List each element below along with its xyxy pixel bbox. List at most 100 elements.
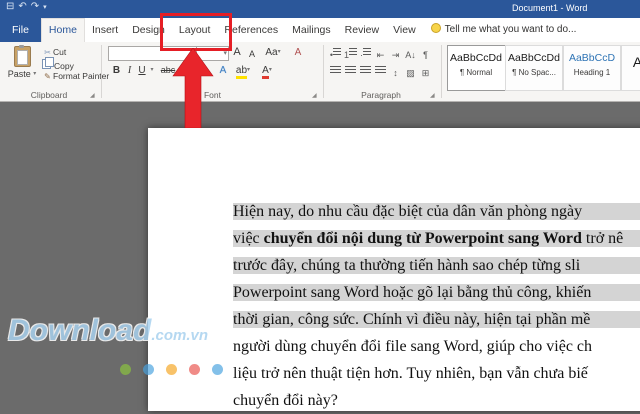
selected-text: Hiện nay, do nhu cầu đặc biệt của dân vă… — [233, 203, 640, 220]
tab-home[interactable]: Home — [40, 18, 85, 43]
increase-indent-icon[interactable]: ⇥ — [388, 48, 403, 63]
watermark-brand: Download — [8, 314, 152, 347]
group-divider — [101, 45, 102, 98]
selected-text: trở nê — [581, 230, 624, 247]
copy-button[interactable]: Copy — [42, 57, 74, 71]
body-text: liệu trở nên thuật tiện hơn. Tuy nhiên, … — [233, 365, 588, 382]
highlight-color-button[interactable]: ab▾ — [234, 63, 252, 79]
paste-button[interactable]: Paste ▾ — [5, 45, 39, 91]
tab-view[interactable]: View — [386, 18, 423, 42]
underline-dropdown-icon[interactable]: ▾ — [148, 63, 156, 78]
text-line[interactable]: trước đây, chúng ta thường tiến hành sao… — [233, 252, 640, 279]
selected-text: thời gian, công sức. Chính vì điều này, … — [233, 311, 640, 328]
style-name: ¶ Normal — [459, 68, 493, 77]
copy-label: Copy — [54, 61, 74, 71]
text-line[interactable]: Powerpoint sang Word hoặc gõ lại bằng th… — [233, 279, 640, 306]
paragraph-row-2: ↕ ▨ ⊞ — [328, 63, 433, 81]
style-preview: AaBbCcDd — [508, 52, 560, 64]
title-bar: ⊟↶↷▾ Document1 - Word — [0, 0, 640, 18]
paragraph-group-label: Paragraph — [361, 90, 401, 100]
annotation-arrow-up — [172, 48, 214, 128]
save-icon[interactable]: ⊟ — [6, 1, 18, 12]
grow-font-button[interactable]: A — [230, 45, 244, 60]
chevron-down-icon: ▾ — [247, 67, 251, 73]
align-left-icon[interactable] — [328, 66, 343, 81]
clear-formatting-button[interactable]: A — [290, 45, 306, 60]
chevron-down-icon: ▾ — [277, 49, 281, 55]
style-preview: AaBbCcD — [568, 52, 616, 64]
qat-dropdown-icon[interactable]: ▾ — [43, 4, 51, 11]
bold-button[interactable]: B — [110, 63, 123, 78]
group-divider — [323, 45, 324, 98]
tab-review[interactable]: Review — [338, 18, 386, 42]
ribbon-home: Paste ▾ ✂ Cut Copy ✎ Format Painter Clipbo… — [0, 42, 640, 102]
text-line[interactable]: Hiện nay, do nhu cầu đặc biệt của dân vă… — [233, 198, 640, 225]
watermark: Download.com.vn — [8, 314, 223, 375]
redo-icon[interactable]: ↷ — [31, 1, 43, 12]
decrease-indent-icon[interactable]: ⇤ — [373, 48, 388, 63]
window-title: Document1 - Word — [512, 3, 588, 13]
style-title[interactable]: AaBb — [621, 45, 640, 91]
highlight-label: ab — [235, 65, 248, 79]
font-color-button[interactable]: A▾ — [258, 63, 276, 79]
annotation-highlight-box — [160, 13, 232, 51]
document-text[interactable]: Hiện nay, do nhu cầu đặc biệt của dân vă… — [233, 198, 640, 414]
style-name: Heading 1 — [573, 68, 611, 77]
selected-bold-text: chuyển đổi nội dung từ Powerpoint sang W… — [263, 230, 582, 247]
sort-icon[interactable]: A↓ — [403, 48, 418, 63]
clipboard-group-label: Clipboard — [30, 90, 68, 100]
selected-text: trước đây, chúng ta thường tiến hành sao… — [233, 257, 640, 274]
underline-button[interactable]: U — [136, 63, 148, 78]
borders-icon[interactable]: ⊞ — [418, 66, 433, 81]
watermark-dot-orange — [166, 364, 177, 375]
clipboard-icon — [13, 45, 31, 67]
italic-button[interactable]: I — [124, 63, 135, 78]
align-center-icon[interactable] — [343, 66, 358, 81]
text-effects-button[interactable]: A — [216, 63, 230, 78]
shrink-font-button[interactable]: A — [246, 47, 258, 62]
style-preview: AaBbCcDd — [450, 52, 502, 64]
font-dialog-launcher-icon[interactable]: ◢ — [312, 92, 317, 99]
justify-icon[interactable] — [373, 66, 388, 81]
ribbon-tab-bar: File Home Insert Design Layout References Mail… — [0, 18, 640, 43]
selected-text: việc — [233, 230, 264, 247]
paste-dropdown-icon[interactable]: ▾ — [33, 71, 36, 77]
text-line[interactable]: việc chuyển đổi nội dung từ Powerpoint s… — [233, 225, 640, 252]
selected-text: Powerpoint sang Word hoặc gõ lại bằng th… — [233, 284, 640, 301]
style-no-spacing[interactable]: AaBbCcDd ¶ No Spac... — [505, 45, 563, 91]
tab-file[interactable]: File — [0, 18, 41, 42]
chevron-down-icon: ▾ — [268, 67, 272, 73]
align-right-icon[interactable] — [358, 66, 373, 81]
paragraph-dialog-launcher-icon[interactable]: ◢ — [430, 92, 435, 99]
lightbulb-icon — [430, 23, 441, 33]
show-paragraph-marks-icon[interactable]: ¶ — [418, 48, 433, 63]
multilevel-list-icon[interactable]: · — [358, 48, 373, 63]
tab-insert[interactable]: Insert — [85, 18, 125, 42]
group-divider — [441, 45, 442, 98]
style-heading-1[interactable]: AaBbCcD Heading 1 — [563, 45, 621, 91]
text-line[interactable]: liệu trở nên thuật tiện hơn. Tuy nhiên, … — [233, 360, 640, 387]
tell-me-box[interactable]: Tell me what you want to do... — [430, 18, 576, 42]
paragraph-row-1: • 1 · ⇤ ⇥ A↓ ¶ — [328, 45, 433, 63]
undo-icon[interactable]: ↶ — [18, 1, 30, 12]
numbering-icon[interactable]: 1 — [343, 48, 358, 63]
cut-label: Cut — [53, 47, 67, 57]
text-line[interactable]: người dùng chuyển đổi file sang Word, gi… — [233, 333, 640, 360]
shading-icon[interactable]: ▨ — [403, 66, 418, 81]
line-spacing-icon[interactable]: ↕ — [388, 66, 403, 81]
text-line[interactable]: thời gian, công sức. Chính vì điều này, … — [233, 306, 640, 333]
format-painter-icon: ✎ — [44, 72, 51, 81]
format-painter-button[interactable]: ✎ Format Painter — [42, 71, 109, 82]
style-name: ¶ No Spac... — [512, 68, 556, 77]
change-case-button[interactable]: Aa▾ — [262, 45, 284, 60]
clipboard-dialog-launcher-icon[interactable]: ◢ — [90, 92, 95, 99]
change-case-label: Aa — [265, 47, 278, 58]
watermark-dot-blue2 — [212, 364, 223, 375]
copy-icon — [42, 57, 54, 69]
tab-mailings[interactable]: Mailings — [285, 18, 338, 42]
document-workspace: Hiện nay, do nhu cầu đặc biệt của dân vă… — [0, 102, 640, 411]
bullets-icon[interactable]: • — [328, 48, 343, 63]
watermark-suffix: .com.vn — [151, 327, 209, 344]
body-text: người dùng chuyển đổi file sang Word, gi… — [233, 338, 593, 355]
quick-access-toolbar: ⊟↶↷▾ — [6, 1, 51, 12]
